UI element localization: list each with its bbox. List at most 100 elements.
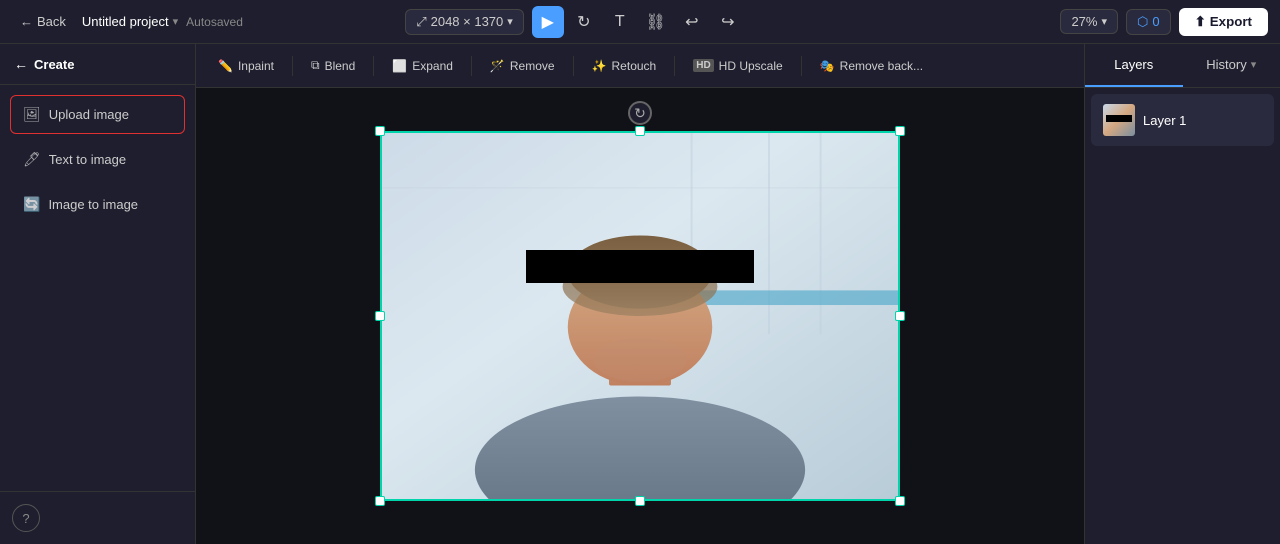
back-label: Back bbox=[37, 14, 66, 29]
sidebar-item-upload-image[interactable]: 🖼 Upload image bbox=[10, 95, 185, 134]
panel-header: Layers History ▾ bbox=[1085, 44, 1280, 88]
hd-upscale-button[interactable]: HD HD Upscale bbox=[683, 54, 792, 78]
transform-tool-button[interactable]: ↻ bbox=[568, 6, 600, 38]
handle-bottom-right[interactable] bbox=[895, 496, 905, 506]
zoom-control[interactable]: 27% ▾ bbox=[1060, 9, 1118, 34]
main-layout: ← Create 🖼 Upload image 🖊 Text to image … bbox=[0, 44, 1280, 544]
handle-bottom-middle[interactable] bbox=[635, 496, 645, 506]
history-tab-label: History bbox=[1206, 57, 1246, 72]
sidebar-item-text-to-image[interactable]: 🖊 Text to image bbox=[10, 140, 185, 179]
sidebar: ← Create 🖼 Upload image 🖊 Text to image … bbox=[0, 44, 196, 544]
canvas-wrapper: ✏️ Inpaint ⧉ Blend ⬜ Expand 🪄 Remove ✨ R… bbox=[196, 44, 1084, 544]
topbar-right: 27% ▾ ⬡ 0 ⬆ Export bbox=[1060, 8, 1268, 36]
remove-label: Remove bbox=[510, 59, 555, 73]
export-icon: ⬆ bbox=[1195, 14, 1206, 30]
back-arrow-icon: ← bbox=[20, 14, 33, 29]
tool-group: ▶ ↻ T ⛓ ↩ ↪ bbox=[532, 6, 744, 38]
layer-thumb-bar bbox=[1106, 115, 1132, 121]
layers-tab-label: Layers bbox=[1114, 57, 1153, 72]
export-button[interactable]: ⬆ Export bbox=[1179, 8, 1268, 36]
retouch-label: Retouch bbox=[612, 59, 657, 73]
handle-middle-right[interactable] bbox=[895, 311, 905, 321]
separator bbox=[373, 56, 374, 76]
credit-badge: ⬡ 0 bbox=[1126, 9, 1171, 35]
credit-count: 0 bbox=[1152, 14, 1159, 29]
chevron-down-icon: ▾ bbox=[1101, 15, 1107, 28]
blend-label: Blend bbox=[325, 59, 356, 73]
expand-icon: ⬜ bbox=[392, 59, 407, 73]
image-image-icon: 🔄 bbox=[23, 196, 40, 213]
tab-layers[interactable]: Layers bbox=[1085, 44, 1183, 87]
handle-bottom-left[interactable] bbox=[375, 496, 385, 506]
inpaint-button[interactable]: ✏️ Inpaint bbox=[208, 54, 284, 78]
sidebar-item-label: Upload image bbox=[49, 107, 129, 122]
upload-icon: 🖼 bbox=[23, 106, 41, 123]
handle-top-left[interactable] bbox=[375, 126, 385, 136]
canvas-size-control[interactable]: ⤢ 2048 × 1370 ▾ bbox=[405, 9, 524, 35]
separator bbox=[292, 56, 293, 76]
tab-history[interactable]: History ▾ bbox=[1183, 44, 1280, 87]
handle-top-middle[interactable] bbox=[635, 126, 645, 136]
image-preview bbox=[382, 133, 898, 499]
handle-top-right[interactable] bbox=[895, 126, 905, 136]
separator bbox=[573, 56, 574, 76]
retouch-icon: ✨ bbox=[592, 59, 607, 73]
sidebar-title: Create bbox=[34, 57, 74, 72]
separator bbox=[674, 56, 675, 76]
rotate-handle[interactable]: ↻ bbox=[628, 101, 652, 125]
layer-item[interactable]: Layer 1 bbox=[1091, 94, 1274, 146]
chevron-down-icon: ▾ bbox=[173, 15, 179, 28]
project-name[interactable]: Untitled project ▾ bbox=[82, 14, 178, 29]
zoom-value: 27% bbox=[1071, 14, 1097, 29]
remove-back-icon: 🎭 bbox=[820, 59, 835, 73]
right-panel: Layers History ▾ Layer 1 bbox=[1084, 44, 1280, 544]
chevron-down-icon: ▾ bbox=[1251, 58, 1257, 71]
separator bbox=[471, 56, 472, 76]
create-icon: ← bbox=[14, 56, 28, 72]
export-label: Export bbox=[1210, 14, 1252, 29]
text-image-icon: 🖊 bbox=[23, 151, 41, 168]
sidebar-item-label: Text to image bbox=[49, 152, 126, 167]
canvas-dimensions: 2048 × 1370 bbox=[431, 14, 504, 29]
sidebar-item-label: Image to image bbox=[48, 197, 138, 212]
inpaint-icon: ✏️ bbox=[218, 59, 233, 73]
link-tool-button[interactable]: ⛓ bbox=[640, 6, 672, 38]
remove-icon: 🪄 bbox=[490, 59, 505, 73]
remove-back-label: Remove back... bbox=[840, 59, 923, 73]
select-tool-button[interactable]: ▶ bbox=[532, 6, 564, 38]
back-button[interactable]: ← Back bbox=[12, 10, 74, 33]
credit-icon: ⬡ bbox=[1137, 14, 1148, 30]
sidebar-bottom: ? bbox=[0, 491, 195, 544]
office-background bbox=[382, 133, 898, 499]
topbar-left: ← Back Untitled project ▾ Autosaved bbox=[12, 10, 243, 33]
undo-button[interactable]: ↩ bbox=[676, 6, 708, 38]
image-frame bbox=[380, 131, 900, 501]
edit-toolbar: ✏️ Inpaint ⧉ Blend ⬜ Expand 🪄 Remove ✨ R… bbox=[196, 44, 1084, 88]
blend-button[interactable]: ⧉ Blend bbox=[301, 53, 365, 78]
layer-thumbnail bbox=[1103, 104, 1135, 136]
privacy-bar bbox=[526, 250, 753, 283]
redo-button[interactable]: ↪ bbox=[712, 6, 744, 38]
remove-button[interactable]: 🪄 Remove bbox=[480, 54, 565, 78]
expand-label: Expand bbox=[412, 59, 453, 73]
hd-label: HD bbox=[693, 59, 713, 72]
sidebar-item-image-to-image[interactable]: 🔄 Image to image bbox=[10, 185, 185, 224]
blend-icon: ⧉ bbox=[311, 58, 320, 73]
retouch-button[interactable]: ✨ Retouch bbox=[582, 54, 667, 78]
help-button[interactable]: ? bbox=[12, 504, 40, 532]
handle-middle-left[interactable] bbox=[375, 311, 385, 321]
expand-button[interactable]: ⬜ Expand bbox=[382, 54, 463, 78]
layer-name: Layer 1 bbox=[1143, 113, 1186, 128]
canvas-area[interactable]: ↻ bbox=[196, 88, 1084, 544]
canvas-content: ↻ bbox=[380, 131, 900, 501]
topbar-center: ⤢ 2048 × 1370 ▾ ▶ ↻ T ⛓ ↩ ↪ bbox=[405, 6, 744, 38]
text-tool-button[interactable]: T bbox=[604, 6, 636, 38]
project-title: Untitled project bbox=[82, 14, 169, 29]
remove-back-button[interactable]: 🎭 Remove back... bbox=[810, 54, 933, 78]
hd-upscale-label: HD Upscale bbox=[719, 59, 783, 73]
inpaint-label: Inpaint bbox=[238, 59, 274, 73]
chevron-down-icon: ▾ bbox=[507, 15, 513, 28]
image-container[interactable]: ↻ bbox=[380, 131, 900, 501]
autosaved-status: Autosaved bbox=[186, 15, 243, 29]
sidebar-header: ← Create bbox=[0, 44, 195, 85]
